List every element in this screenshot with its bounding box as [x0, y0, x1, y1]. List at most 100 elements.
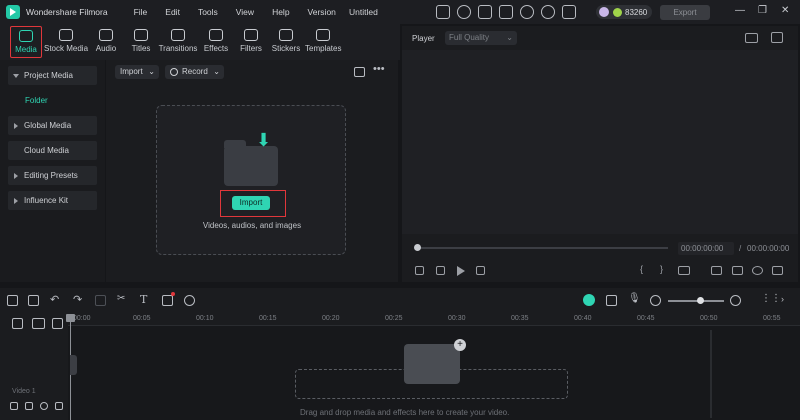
grid-view-icon[interactable] [745, 33, 758, 43]
download-icon[interactable] [499, 5, 513, 19]
rewind-icon[interactable] [436, 266, 445, 275]
mark-in-icon[interactable]: { [640, 264, 643, 274]
main-toolbar: Media Stock Media Audio Titles Transitio… [0, 24, 400, 60]
delete-icon[interactable] [95, 295, 106, 306]
record-dropdown[interactable]: Record ⌄ [165, 65, 224, 79]
tab-effects[interactable]: Effects [203, 26, 229, 58]
zoom-handle[interactable] [697, 297, 704, 304]
redo-icon[interactable]: ↷ [73, 293, 84, 306]
sidebar-item-influence-kit[interactable]: Influence Kit [8, 191, 97, 210]
zoom-out-icon[interactable] [650, 295, 661, 306]
media-sidebar: Project Media Folder Global Media Cloud … [0, 60, 105, 282]
microphone-icon[interactable]: 🎙 [628, 293, 641, 304]
chevron-down-icon: ⌄ [148, 67, 155, 76]
gift-icon[interactable] [436, 5, 450, 19]
record-icon [170, 68, 178, 76]
sidebar-item-cloud-media[interactable]: Cloud Media [8, 141, 97, 160]
select-tool-icon[interactable] [28, 295, 39, 306]
track-header-area: Video 1 [0, 312, 68, 420]
snapshot-icon[interactable] [771, 32, 783, 43]
tab-stock-media[interactable]: Stock Media [44, 26, 88, 58]
close-icon[interactable]: ✕ [781, 6, 789, 16]
tab-templates[interactable]: Templates [305, 26, 341, 58]
credits-badge[interactable]: 83260 [596, 5, 652, 19]
support-icon[interactable] [541, 5, 555, 19]
previous-frame-icon[interactable] [415, 266, 424, 275]
marker-icon[interactable] [678, 266, 690, 275]
menu-version[interactable]: Version [308, 7, 336, 17]
track-settings-icon[interactable] [55, 402, 63, 410]
sidebar-item-project-media[interactable]: Project Media [8, 66, 97, 85]
timeline-ruler[interactable]: 00:00 00:05 00:10 00:15 00:20 00:25 00:3… [68, 312, 800, 326]
cloud-icon[interactable] [520, 5, 534, 19]
tab-transitions[interactable]: Transitions [158, 26, 198, 58]
player-panel: Player Full Quality ⌄ 00:00:00:00 / 00:0… [402, 26, 798, 282]
tab-titles[interactable]: Titles [129, 26, 153, 58]
menu-edit[interactable]: Edit [165, 7, 180, 17]
speed-icon[interactable] [184, 295, 195, 306]
crop-icon[interactable] [162, 295, 173, 306]
stock-media-icon [59, 29, 73, 41]
track-resize-handle[interactable] [70, 355, 77, 375]
filter-icon[interactable] [354, 67, 365, 77]
tab-filters[interactable]: Filters [238, 26, 264, 58]
ai-assistant-icon[interactable] [583, 294, 595, 306]
timeline-hint: Drag and drop media and effects here to … [300, 408, 510, 417]
minimize-icon[interactable]: — [735, 6, 745, 16]
menu-view[interactable]: View [236, 7, 254, 17]
more-options-icon[interactable]: ••• [373, 63, 385, 75]
menu-file[interactable]: File [134, 7, 148, 17]
preview-viewport[interactable] [402, 50, 798, 234]
more-icon[interactable]: › [781, 294, 792, 305]
sidebar-item-editing-presets[interactable]: Editing Presets [8, 166, 97, 185]
audio-icon [99, 29, 113, 41]
chevron-down-icon: ⌄ [506, 33, 513, 42]
volume-icon[interactable] [752, 266, 763, 275]
track-audio-icon[interactable] [25, 402, 33, 410]
track-label: Video 1 [12, 388, 36, 395]
layout-toggle-icon[interactable] [7, 295, 18, 306]
zoom-in-icon[interactable] [730, 295, 741, 306]
timeline-scrollbar[interactable] [710, 330, 712, 418]
link-icon[interactable] [32, 318, 45, 329]
playback-progress[interactable] [416, 247, 668, 249]
layout-icon[interactable] [562, 5, 576, 19]
split-icon[interactable]: ✂ [117, 293, 128, 304]
text-tool-icon[interactable]: T [140, 293, 151, 306]
voiceover-icon[interactable] [606, 295, 617, 306]
templates-icon [316, 29, 330, 41]
mail-icon[interactable] [478, 5, 492, 19]
mark-out-icon[interactable]: } [660, 264, 663, 274]
export-button[interactable]: Export [660, 5, 710, 20]
tab-stickers[interactable]: Stickers [270, 26, 302, 58]
tab-audio[interactable]: Audio [93, 26, 119, 58]
import-dropdown[interactable]: Import ⌄ [115, 65, 159, 79]
media-drop-zone[interactable]: ⬇ Import Videos, audios, and images [156, 105, 346, 255]
title-bar: Wondershare Filmora File Edit Tools View… [0, 0, 800, 24]
player-label: Player [412, 34, 435, 43]
track-options-icon[interactable]: ⋮⋮ [761, 293, 781, 304]
import-button[interactable]: Import [232, 196, 270, 210]
titles-icon [134, 29, 148, 41]
undo-icon[interactable]: ↶ [50, 293, 61, 306]
track-visibility-icon[interactable] [40, 402, 48, 410]
sidebar-item-global-media[interactable]: Global Media [8, 116, 97, 135]
play-icon[interactable] [457, 266, 465, 276]
snap-icon[interactable] [52, 318, 63, 329]
send-icon[interactable] [457, 5, 471, 19]
tab-media[interactable]: Media [10, 26, 42, 58]
track-lock-icon[interactable] [10, 402, 18, 410]
zoom-slider[interactable] [668, 300, 724, 302]
filmora-logo-icon [6, 5, 20, 19]
menu-help[interactable]: Help [272, 7, 289, 17]
display-icon[interactable] [711, 266, 722, 275]
add-track-icon[interactable] [12, 318, 23, 329]
camera-icon[interactable] [732, 266, 743, 275]
stop-icon[interactable] [476, 266, 485, 275]
sidebar-item-folder[interactable]: Folder [25, 96, 48, 105]
restore-icon[interactable]: ❐ [758, 6, 767, 16]
fullscreen-icon[interactable] [772, 266, 783, 275]
quality-dropdown[interactable]: Full Quality ⌄ [445, 31, 517, 45]
progress-handle[interactable] [414, 244, 421, 251]
menu-tools[interactable]: Tools [198, 7, 218, 17]
